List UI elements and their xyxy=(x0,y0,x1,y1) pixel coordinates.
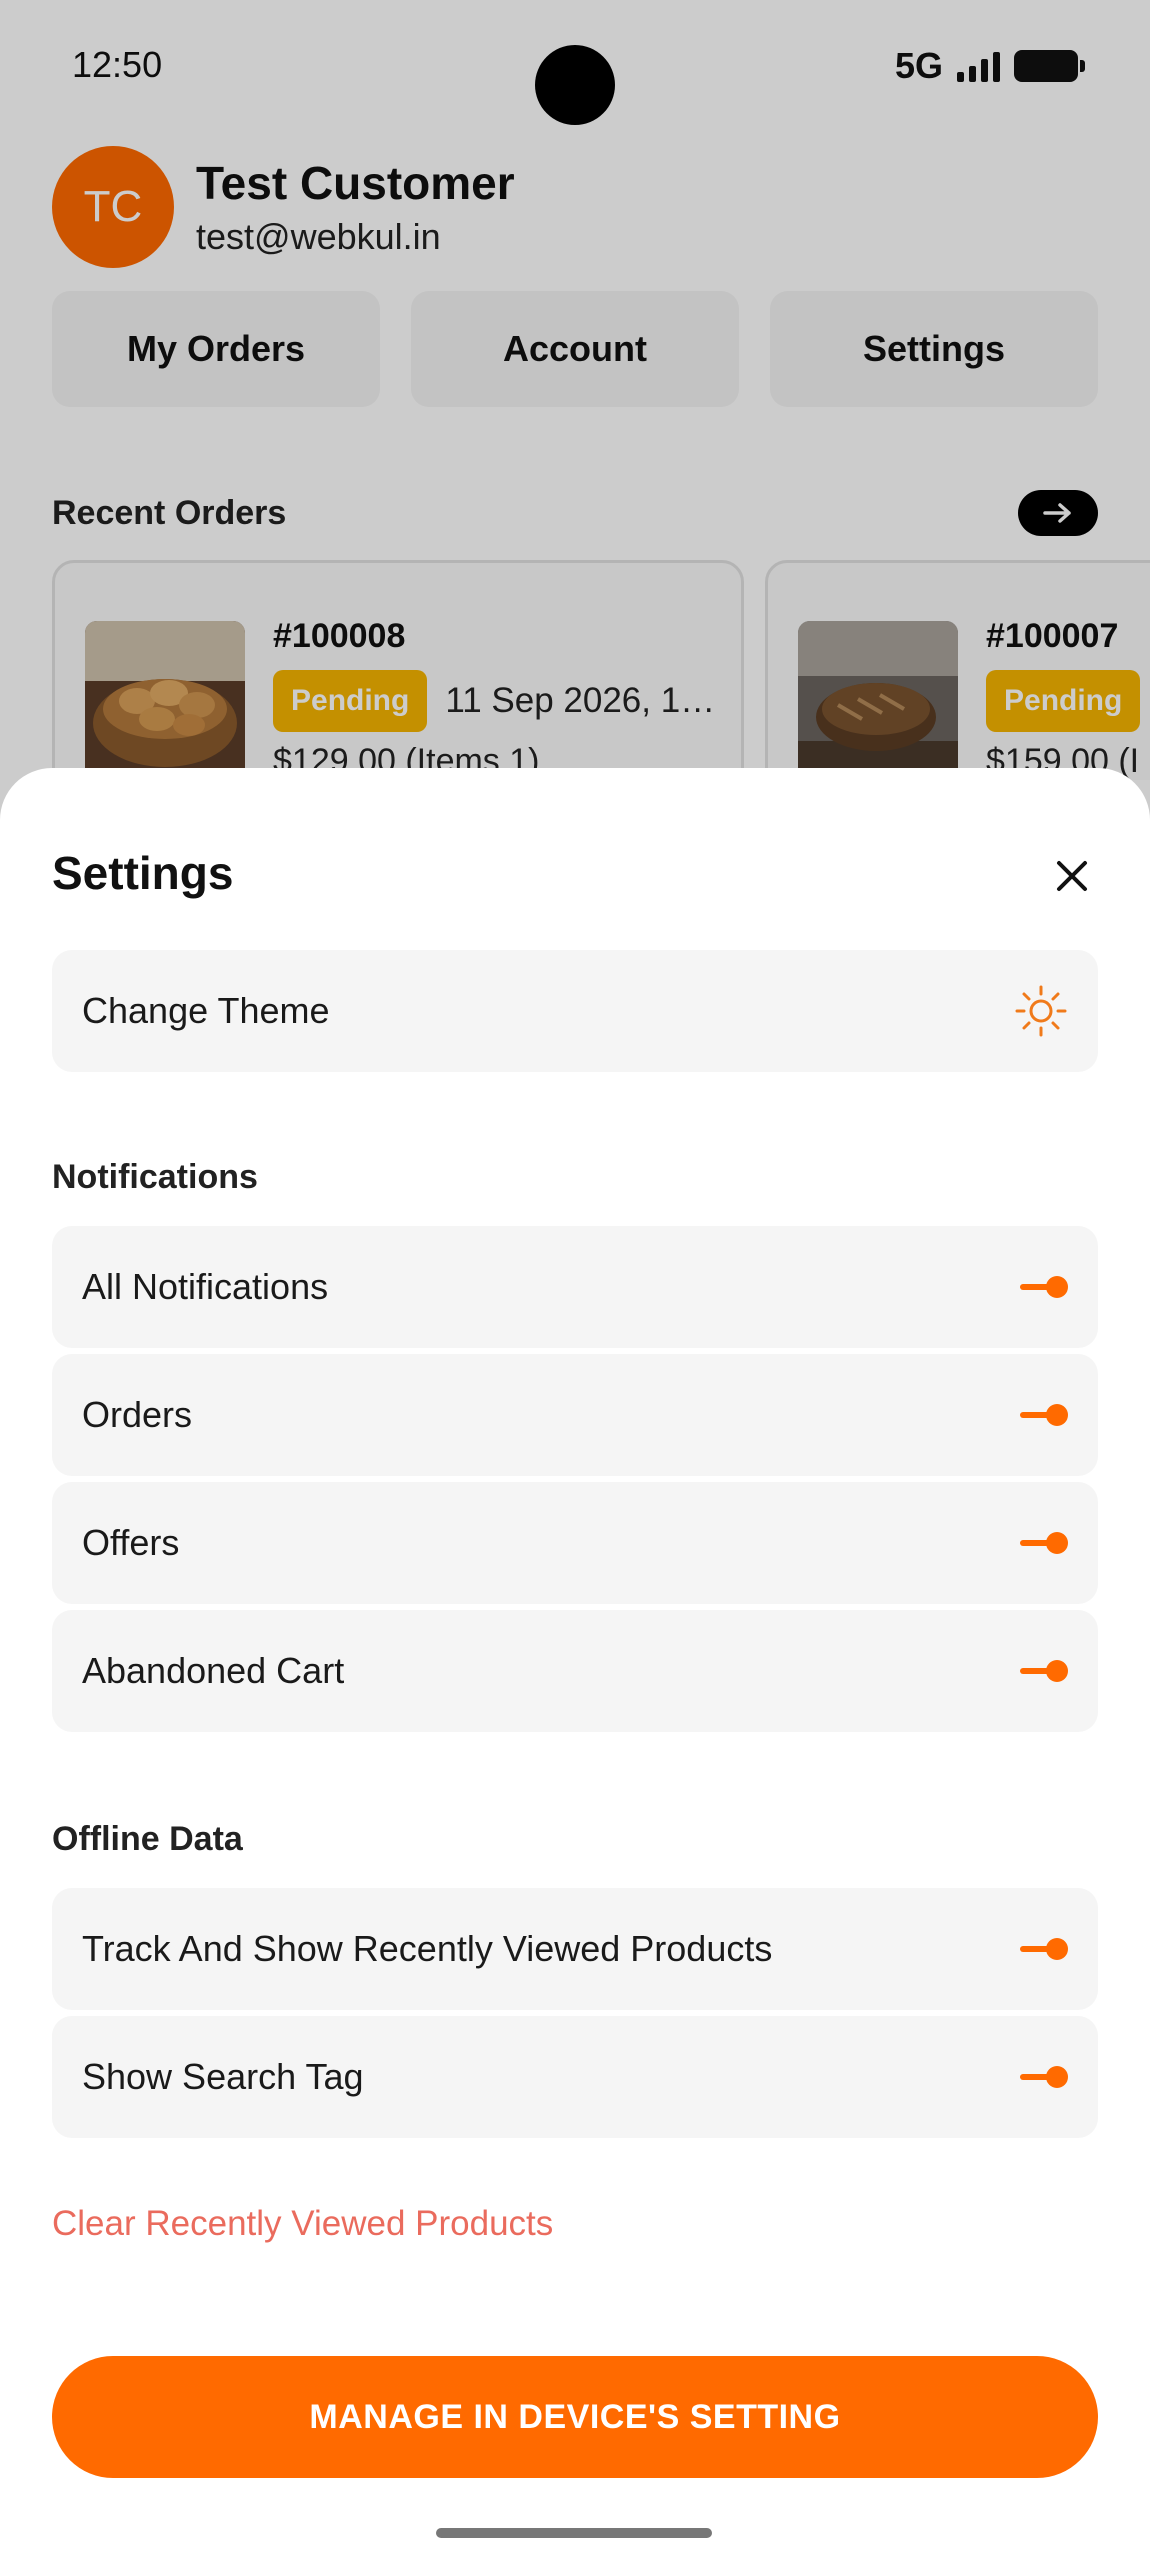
abandoned-cart-label: Abandoned Cart xyxy=(82,1650,345,1691)
abandoned-cart-toggle[interactable] xyxy=(1020,1660,1068,1682)
sheet-title: Settings xyxy=(52,847,234,899)
all-notifications-row[interactable]: All Notifications xyxy=(52,1226,1098,1348)
recently-viewed-toggle[interactable] xyxy=(1020,1938,1068,1960)
change-theme-row[interactable]: Change Theme xyxy=(52,950,1098,1072)
search-tag-label: Show Search Tag xyxy=(82,2056,364,2097)
recently-viewed-row[interactable]: Track And Show Recently Viewed Products xyxy=(52,1888,1098,2010)
clear-recently-viewed-link[interactable]: Clear Recently Viewed Products xyxy=(52,2204,553,2244)
abandoned-cart-row[interactable]: Abandoned Cart xyxy=(52,1610,1098,1732)
offers-notifications-row[interactable]: Offers xyxy=(52,1482,1098,1604)
change-theme-label: Change Theme xyxy=(82,990,330,1031)
orders-notifications-row[interactable]: Orders xyxy=(52,1354,1098,1476)
close-icon xyxy=(1057,861,1087,891)
search-tag-toggle[interactable] xyxy=(1020,2066,1068,2088)
recently-viewed-label: Track And Show Recently Viewed Products xyxy=(82,1928,773,1969)
offers-notifications-toggle[interactable] xyxy=(1020,1532,1068,1554)
all-notifications-toggle[interactable] xyxy=(1020,1276,1068,1298)
all-notifications-label: All Notifications xyxy=(82,1266,329,1307)
sun-icon[interactable] xyxy=(1014,984,1068,1038)
offers-notifications-label: Offers xyxy=(82,1522,180,1563)
orders-notifications-label: Orders xyxy=(82,1394,193,1435)
settings-sheet: Settings Change Theme Notifications All … xyxy=(0,768,1150,2560)
close-button[interactable] xyxy=(1048,852,1096,900)
offline-data-section-title: Offline Data xyxy=(52,1820,243,1858)
manage-device-settings-button[interactable]: MANAGE IN DEVICE'S SETTING xyxy=(52,2356,1098,2478)
search-tag-row[interactable]: Show Search Tag xyxy=(52,2016,1098,2138)
orders-notifications-toggle[interactable] xyxy=(1020,1404,1068,1426)
home-indicator[interactable] xyxy=(436,2528,712,2538)
notifications-section-title: Notifications xyxy=(52,1158,258,1196)
